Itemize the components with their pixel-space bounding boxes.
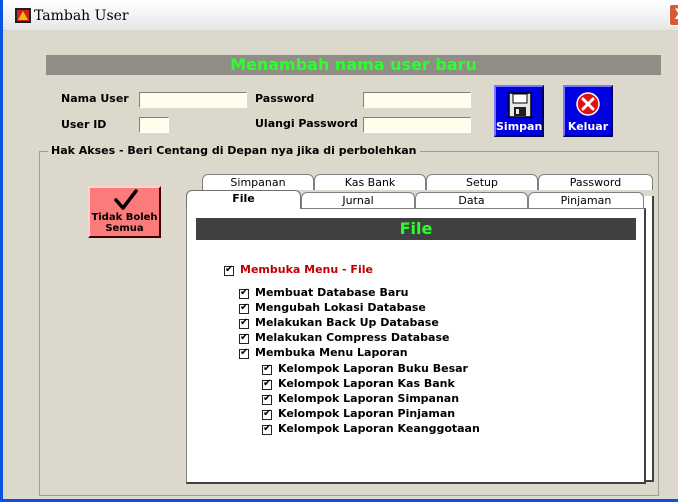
main-item-label: Membuka Menu - File	[240, 263, 373, 276]
tab-password[interactable]: Password	[538, 174, 653, 190]
tab-kas-bank[interactable]: Kas Bank	[314, 174, 426, 190]
checkbox-sub-item[interactable]	[262, 378, 272, 390]
nama-user-label: Nama User	[61, 92, 129, 105]
keluar-label: Keluar	[567, 120, 609, 133]
checkbox-sub-item[interactable]	[262, 423, 272, 435]
sub-item-label: Kelompok Laporan Buku Besar	[278, 362, 468, 375]
checkbox-item[interactable]	[239, 317, 249, 329]
deny-all-button[interactable]: Tidak Boleh Semua	[88, 186, 161, 238]
tab-file[interactable]: File	[186, 190, 301, 209]
password-field[interactable]	[363, 92, 471, 108]
keluar-button[interactable]: Keluar	[563, 85, 613, 137]
banner-title: Menambah nama user baru	[230, 55, 477, 74]
deny-all-label: Tidak Boleh Semua	[91, 212, 158, 234]
simpan-button[interactable]: Simpan	[494, 85, 544, 137]
client-area: Menambah nama user baru Nama User User I…	[6, 30, 678, 499]
tab-simpanan[interactable]: Simpanan	[202, 174, 314, 190]
floppy-disk-icon	[508, 92, 532, 118]
tab-pinjaman[interactable]: Pinjaman	[528, 192, 644, 208]
user-id-label: User ID	[61, 118, 107, 131]
checkbox-membuka-menu-file[interactable]	[224, 264, 234, 276]
checkbox-item[interactable]	[239, 332, 249, 344]
checkbox-item[interactable]	[239, 287, 249, 299]
red-x-circle-icon	[576, 92, 600, 116]
tab-data[interactable]: Data	[415, 192, 528, 208]
checkbox-sub-item[interactable]	[262, 408, 272, 420]
ulangi-password-label: Ulangi Password	[255, 117, 358, 130]
item-label: Mengubah Lokasi Database	[255, 301, 426, 314]
app-icon	[15, 8, 31, 23]
checkbox-item[interactable]	[239, 347, 249, 359]
checkbox-sub-item[interactable]	[262, 393, 272, 405]
checkbox-item[interactable]	[239, 302, 249, 314]
access-rights-title: Hak Akses - Beri Centang di Depan nya ji…	[48, 144, 420, 157]
item-label: Melakukan Back Up Database	[255, 316, 439, 329]
page-banner: Menambah nama user baru	[46, 55, 661, 75]
user-id-field[interactable]	[139, 117, 169, 133]
ulangi-password-field[interactable]	[363, 117, 471, 133]
panel-header: File	[196, 218, 636, 240]
nama-user-field[interactable]	[139, 92, 247, 108]
sub-item-label: Kelompok Laporan Keanggotaan	[278, 422, 480, 435]
check-mark-icon	[114, 189, 138, 210]
sub-item-label: Kelompok Laporan Simpanan	[278, 392, 460, 405]
title-bar[interactable]: Tambah User X	[3, 0, 678, 31]
item-label: Melakukan Compress Database	[255, 331, 450, 344]
sub-item-label: Kelompok Laporan Pinjaman	[278, 407, 456, 420]
tab-setup[interactable]: Setup	[426, 174, 538, 190]
item-label: Membuka Menu Laporan	[255, 346, 408, 359]
tab-jurnal[interactable]: Jurnal	[301, 192, 415, 208]
sub-item-label: Kelompok Laporan Kas Bank	[278, 377, 455, 390]
dialog-window: Tambah User X Menambah nama user baru Na…	[0, 0, 678, 502]
item-label: Membuat Database Baru	[255, 286, 409, 299]
password-label: Password	[255, 92, 315, 105]
simpan-label: Simpan	[496, 120, 543, 133]
window-title: Tambah User	[34, 8, 129, 24]
close-icon[interactable]: X	[669, 4, 678, 26]
checkbox-sub-item[interactable]	[262, 363, 272, 375]
